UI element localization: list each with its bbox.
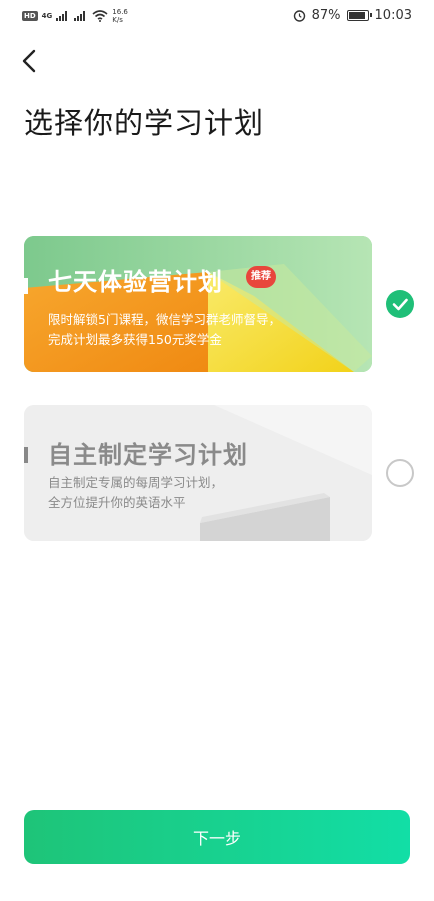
plan-desc-line-1: 限时解锁5门课程，微信学习群老师督导， [48, 312, 281, 327]
status-bar-left: HD 4G 16.6 K/s [22, 8, 128, 24]
plan-radio-selected[interactable] [386, 290, 414, 318]
plan-card-seven-day[interactable]: 七天体验营计划 推荐 限时解锁5门课程，微信学习群老师督导， 完成计划最多获得1… [24, 236, 372, 372]
battery-icon [346, 10, 372, 21]
plan-desc-line-2: 全方位提升你的英语水平 [48, 495, 186, 510]
plan-description: 自主制定专属的每周学习计划， 全方位提升你的英语水平 [48, 473, 223, 513]
plan-card-custom[interactable]: 自主制定学习计划 自主制定专属的每周学习计划， 全方位提升你的英语水平 [24, 405, 372, 541]
page-title: 选择你的学习计划 [24, 106, 265, 140]
signal-icon [56, 11, 68, 21]
plan-desc-line-1: 自主制定专属的每周学习计划， [48, 475, 224, 490]
wifi-icon [92, 10, 108, 22]
plan-radio-unselected[interactable] [386, 459, 414, 487]
net-speed: 16.6 K/s [112, 8, 128, 24]
status-bar-right: 87% 10:03 [293, 8, 412, 23]
status-bar: HD 4G 16.6 K/s 87% 10:03 [0, 0, 434, 34]
plan-title: 自主制定学习计划 [48, 441, 248, 469]
chevron-left-icon [22, 49, 36, 73]
network-label: 4G [41, 12, 53, 20]
alarm-icon [293, 10, 305, 22]
net-speed-unit: K/s [112, 16, 123, 24]
card-accent-bar [24, 447, 28, 463]
battery-percent: 87% [311, 8, 341, 23]
net-speed-value: 16.6 [112, 8, 128, 16]
card-accent-bar [24, 278, 28, 294]
next-step-button[interactable]: 下一步 [24, 810, 410, 864]
clock: 10:03 [374, 8, 412, 23]
hd-badge: HD [22, 11, 38, 21]
back-button[interactable] [14, 44, 48, 78]
plan-desc-line-2: 完成计划最多获得150元奖学金 [48, 332, 222, 347]
plan-description: 限时解锁5门课程，微信学习群老师督导， 完成计划最多获得150元奖学金 [48, 310, 281, 350]
signal-icon-2 [74, 11, 86, 21]
card-background-art [24, 236, 372, 372]
checkmark-icon [392, 298, 408, 311]
plan-title: 七天体验营计划 [48, 268, 223, 296]
recommend-badge: 推荐 [246, 266, 276, 288]
